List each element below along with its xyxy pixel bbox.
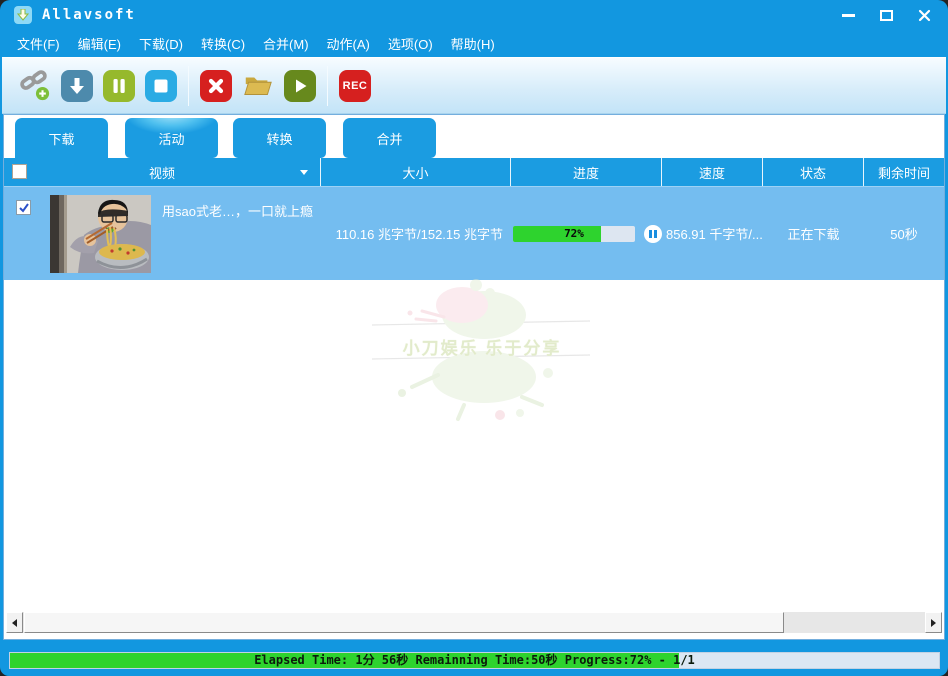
arrow-right-icon	[931, 619, 936, 627]
column-speed[interactable]: 速度	[662, 158, 763, 186]
chevron-down-icon[interactable]	[300, 170, 308, 175]
column-status-label: 状态	[800, 163, 826, 182]
pause-download-icon[interactable]	[644, 225, 662, 243]
play-button[interactable]	[284, 70, 316, 102]
toolbar: REC	[2, 57, 946, 114]
start-download-button[interactable]	[61, 70, 93, 102]
scroll-right-button[interactable]	[925, 612, 942, 633]
download-arrow-icon	[67, 76, 87, 96]
tab-download[interactable]: 下载	[15, 118, 108, 159]
download-row[interactable]: 用sao式老…，一口就上瘾 110.16 兆字节/152.15 兆字节 72% …	[4, 186, 944, 280]
row-speed-cell: 856.91 千字节/...	[662, 187, 763, 280]
watermark: 小刀娱乐 乐于分享	[372, 277, 592, 427]
add-url-button[interactable]	[19, 70, 51, 102]
column-progress-label: 进度	[573, 163, 599, 182]
add-link-icon	[19, 69, 51, 103]
delete-x-icon	[207, 77, 225, 95]
maximize-button[interactable]	[878, 7, 894, 23]
arrow-left-icon	[12, 619, 17, 627]
row-checkbox[interactable]	[16, 200, 31, 215]
menu-options[interactable]: 选项(O)	[379, 30, 442, 57]
watermark-text: 小刀娱乐 乐于分享	[372, 334, 592, 359]
column-status[interactable]: 状态	[763, 158, 864, 186]
record-button[interactable]: REC	[339, 70, 371, 102]
remaining-value: 50秒	[890, 224, 917, 243]
menu-download[interactable]: 下载(D)	[130, 30, 192, 57]
check-icon	[18, 202, 30, 214]
delete-button[interactable]	[200, 70, 232, 102]
rec-label: REC	[343, 80, 368, 92]
menu-merge[interactable]: 合并(M)	[254, 30, 318, 57]
column-size-label: 大小	[402, 163, 428, 182]
tab-activity[interactable]: 活动	[125, 118, 218, 158]
column-video[interactable]: 视频	[4, 158, 321, 186]
video-title: 用sao式老…，一口就上瘾	[162, 201, 313, 220]
scroll-left-button[interactable]	[6, 612, 23, 633]
column-remaining[interactable]: 剩余时间	[864, 158, 944, 186]
video-thumbnail	[50, 195, 151, 273]
play-icon	[291, 77, 309, 95]
size-value: 110.16 兆字节/152.15 兆字节	[336, 224, 503, 243]
menu-bar: 文件(F) 编辑(E) 下载(D) 转换(C) 合并(M) 动作(A) 选项(O…	[0, 30, 948, 57]
menu-help[interactable]: 帮助(H)	[442, 30, 504, 57]
row-size-cell: 110.16 兆字节/152.15 兆字节	[321, 187, 511, 280]
table-header: 视频 大小 进度 速度 状态 剩余时间	[4, 158, 944, 186]
speed-value: 856.91 千字节/...	[666, 224, 763, 243]
menu-edit[interactable]: 编辑(E)	[69, 30, 130, 57]
status-bar: Elapsed Time: 1分 56秒 Remainning Time:50秒…	[0, 640, 948, 676]
menu-file[interactable]: 文件(F)	[8, 30, 69, 57]
row-status-cell: 正在下载	[763, 187, 864, 280]
horizontal-scrollbar[interactable]	[6, 612, 942, 633]
column-video-label: 视频	[149, 163, 175, 182]
open-folder-button[interactable]	[242, 70, 274, 102]
pause-button[interactable]	[103, 70, 135, 102]
footer-status-text: Elapsed Time: 1分 56秒 Remainning Time:50秒…	[10, 653, 939, 668]
stop-button[interactable]	[145, 70, 177, 102]
column-progress[interactable]: 进度	[511, 158, 662, 186]
titlebar[interactable]: Allavsoft	[0, 0, 948, 30]
window-title: Allavsoft	[42, 7, 136, 23]
maximize-icon	[880, 10, 893, 21]
scrollbar-thumb[interactable]	[24, 612, 784, 633]
tab-strip: 下载 活动 转换 合并	[4, 118, 944, 158]
close-icon	[918, 9, 931, 22]
footer-progress-bar: Elapsed Time: 1分 56秒 Remainning Time:50秒…	[9, 652, 940, 669]
select-all-checkbox[interactable]	[12, 164, 27, 179]
app-logo-icon	[14, 6, 32, 24]
minimize-button[interactable]	[840, 7, 856, 23]
column-speed-label: 速度	[699, 163, 725, 182]
column-size[interactable]: 大小	[321, 158, 511, 186]
minimize-icon	[842, 14, 855, 17]
status-value: 正在下载	[787, 224, 839, 243]
toolbar-separator	[188, 66, 189, 106]
menu-convert[interactable]: 转换(C)	[192, 30, 254, 57]
menu-action[interactable]: 动作(A)	[318, 30, 379, 57]
toolbar-separator	[327, 66, 328, 106]
row-progress-bar: 72%	[513, 226, 635, 242]
main-panel: 下载 活动 转换 合并 视频 大小 进度 速度 状态	[3, 114, 945, 640]
tab-convert[interactable]: 转换	[233, 118, 326, 158]
allavsoft-window: Allavsoft 文件(F) 编辑(E) 下载(D) 转换(C) 合并(M) …	[0, 0, 948, 676]
row-video-cell: 用sao式老…，一口就上瘾	[4, 187, 321, 280]
folder-icon	[242, 71, 274, 101]
row-remaining-cell: 50秒	[864, 187, 944, 280]
tab-merge[interactable]: 合并	[343, 118, 436, 158]
row-progress-cell: 72%	[511, 187, 662, 280]
pause-icon	[110, 77, 128, 95]
column-remaining-label: 剩余时间	[878, 163, 930, 182]
stop-icon	[152, 77, 170, 95]
row-progress-label: 72%	[513, 226, 635, 242]
close-button[interactable]	[916, 7, 932, 23]
